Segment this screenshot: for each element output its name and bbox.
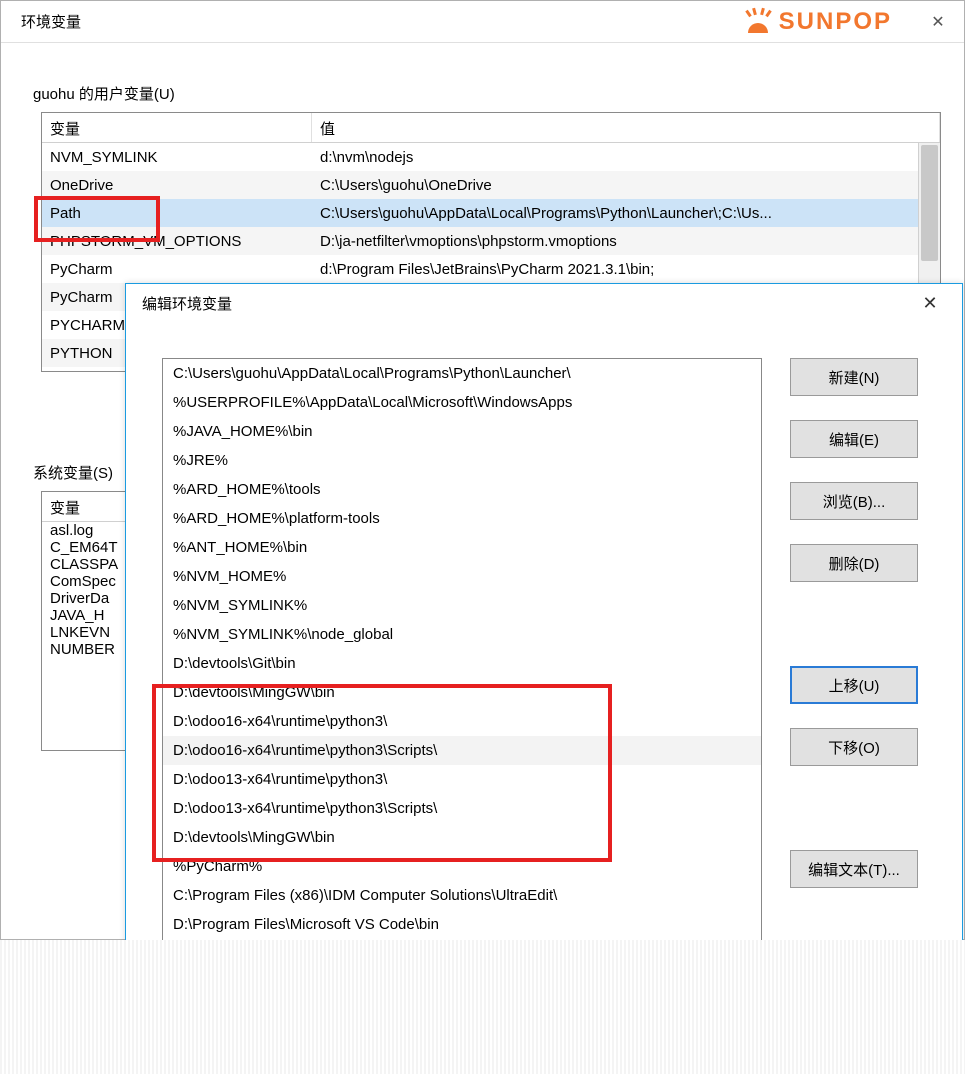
table-row[interactable]: Path C:\Users\guohu\AppData\Local\Progra…	[42, 199, 940, 227]
list-item[interactable]: D:\devtools\MingGW\bin	[163, 678, 761, 707]
list-item[interactable]: C:\Program Files (x86)\IDM Computer Solu…	[163, 881, 761, 910]
list-item[interactable]: %USERPROFILE%\AppData\Local\Microsoft\Wi…	[163, 388, 761, 417]
list-item[interactable]: %JRE%	[163, 446, 761, 475]
edit-title: 编辑环境变量	[142, 293, 232, 314]
delete-button[interactable]: 删除(D)	[790, 544, 918, 582]
sun-icon	[743, 7, 773, 37]
browse-button[interactable]: 浏览(B)...	[790, 482, 918, 520]
close-icon[interactable]: ✕	[910, 289, 950, 317]
list-item[interactable]: %ARD_HOME%\platform-tools	[163, 504, 761, 533]
env-title: 环境变量	[21, 11, 81, 32]
list-item[interactable]: %JAVA_HOME%\bin	[163, 417, 761, 446]
env-titlebar: 环境变量 SUNPOP ✕	[1, 1, 964, 43]
path-list[interactable]: C:\Users\guohu\AppData\Local\Programs\Py…	[162, 358, 762, 984]
col-header-value[interactable]: 值	[312, 113, 940, 142]
table-row[interactable]: PyCharm d:\Program Files\JetBrains\PyCha…	[42, 255, 940, 283]
list-item[interactable]: %PyCharm%	[163, 852, 761, 881]
new-button[interactable]: 新建(N)	[790, 358, 918, 396]
side-buttons: 新建(N) 编辑(E) 浏览(B)... 删除(D) 上移(U) 下移(O) 编…	[790, 358, 918, 984]
list-item[interactable]: %NVM_HOME%	[163, 562, 761, 591]
move-up-button[interactable]: 上移(U)	[790, 666, 918, 704]
list-item[interactable]: D:\devtools\MingGW\bin	[163, 823, 761, 852]
user-vars-label: guohu 的用户变量(U)	[33, 83, 944, 104]
edit-titlebar: 编辑环境变量 ✕	[126, 284, 962, 322]
list-item[interactable]: %NVM_SYMLINK%\node_global	[163, 620, 761, 649]
table-row[interactable]: OneDrive C:\Users\guohu\OneDrive	[42, 171, 940, 199]
edit-button[interactable]: 编辑(E)	[790, 420, 918, 458]
col-header-name[interactable]: 变量	[42, 113, 312, 142]
list-item[interactable]: D:\odoo16-x64\runtime\python3\	[163, 707, 761, 736]
sunpop-logo: SUNPOP	[743, 7, 892, 37]
list-item[interactable]: C:\Users\guohu\AppData\Local\Programs\Py…	[163, 359, 761, 388]
list-item[interactable]: D:\devtools\Git\bin	[163, 649, 761, 678]
list-item[interactable]: D:\Program Files\Microsoft VS Code\bin	[163, 910, 761, 939]
list-item[interactable]: %ARD_HOME%\tools	[163, 475, 761, 504]
list-item[interactable]: D:\odoo13-x64\runtime\python3\Scripts\	[163, 794, 761, 823]
list-item[interactable]: D:\odoo13-x64\runtime\python3\	[163, 765, 761, 794]
table-header: 变量 值	[42, 113, 940, 143]
move-down-button[interactable]: 下移(O)	[790, 728, 918, 766]
list-item[interactable]: %ANT_HOME%\bin	[163, 533, 761, 562]
edit-text-button[interactable]: 编辑文本(T)...	[790, 850, 918, 888]
close-icon[interactable]: ✕	[918, 7, 958, 37]
background-strip	[0, 940, 965, 1074]
table-row[interactable]: NVM_SYMLINK d:\nvm\nodejs	[42, 143, 940, 171]
table-row[interactable]: PHPSTORM_VM_OPTIONS D:\ja-netfilter\vmop…	[42, 227, 940, 255]
list-item[interactable]: D:\odoo16-x64\runtime\python3\Scripts\	[163, 736, 761, 765]
list-item[interactable]: %NVM_SYMLINK%	[163, 591, 761, 620]
